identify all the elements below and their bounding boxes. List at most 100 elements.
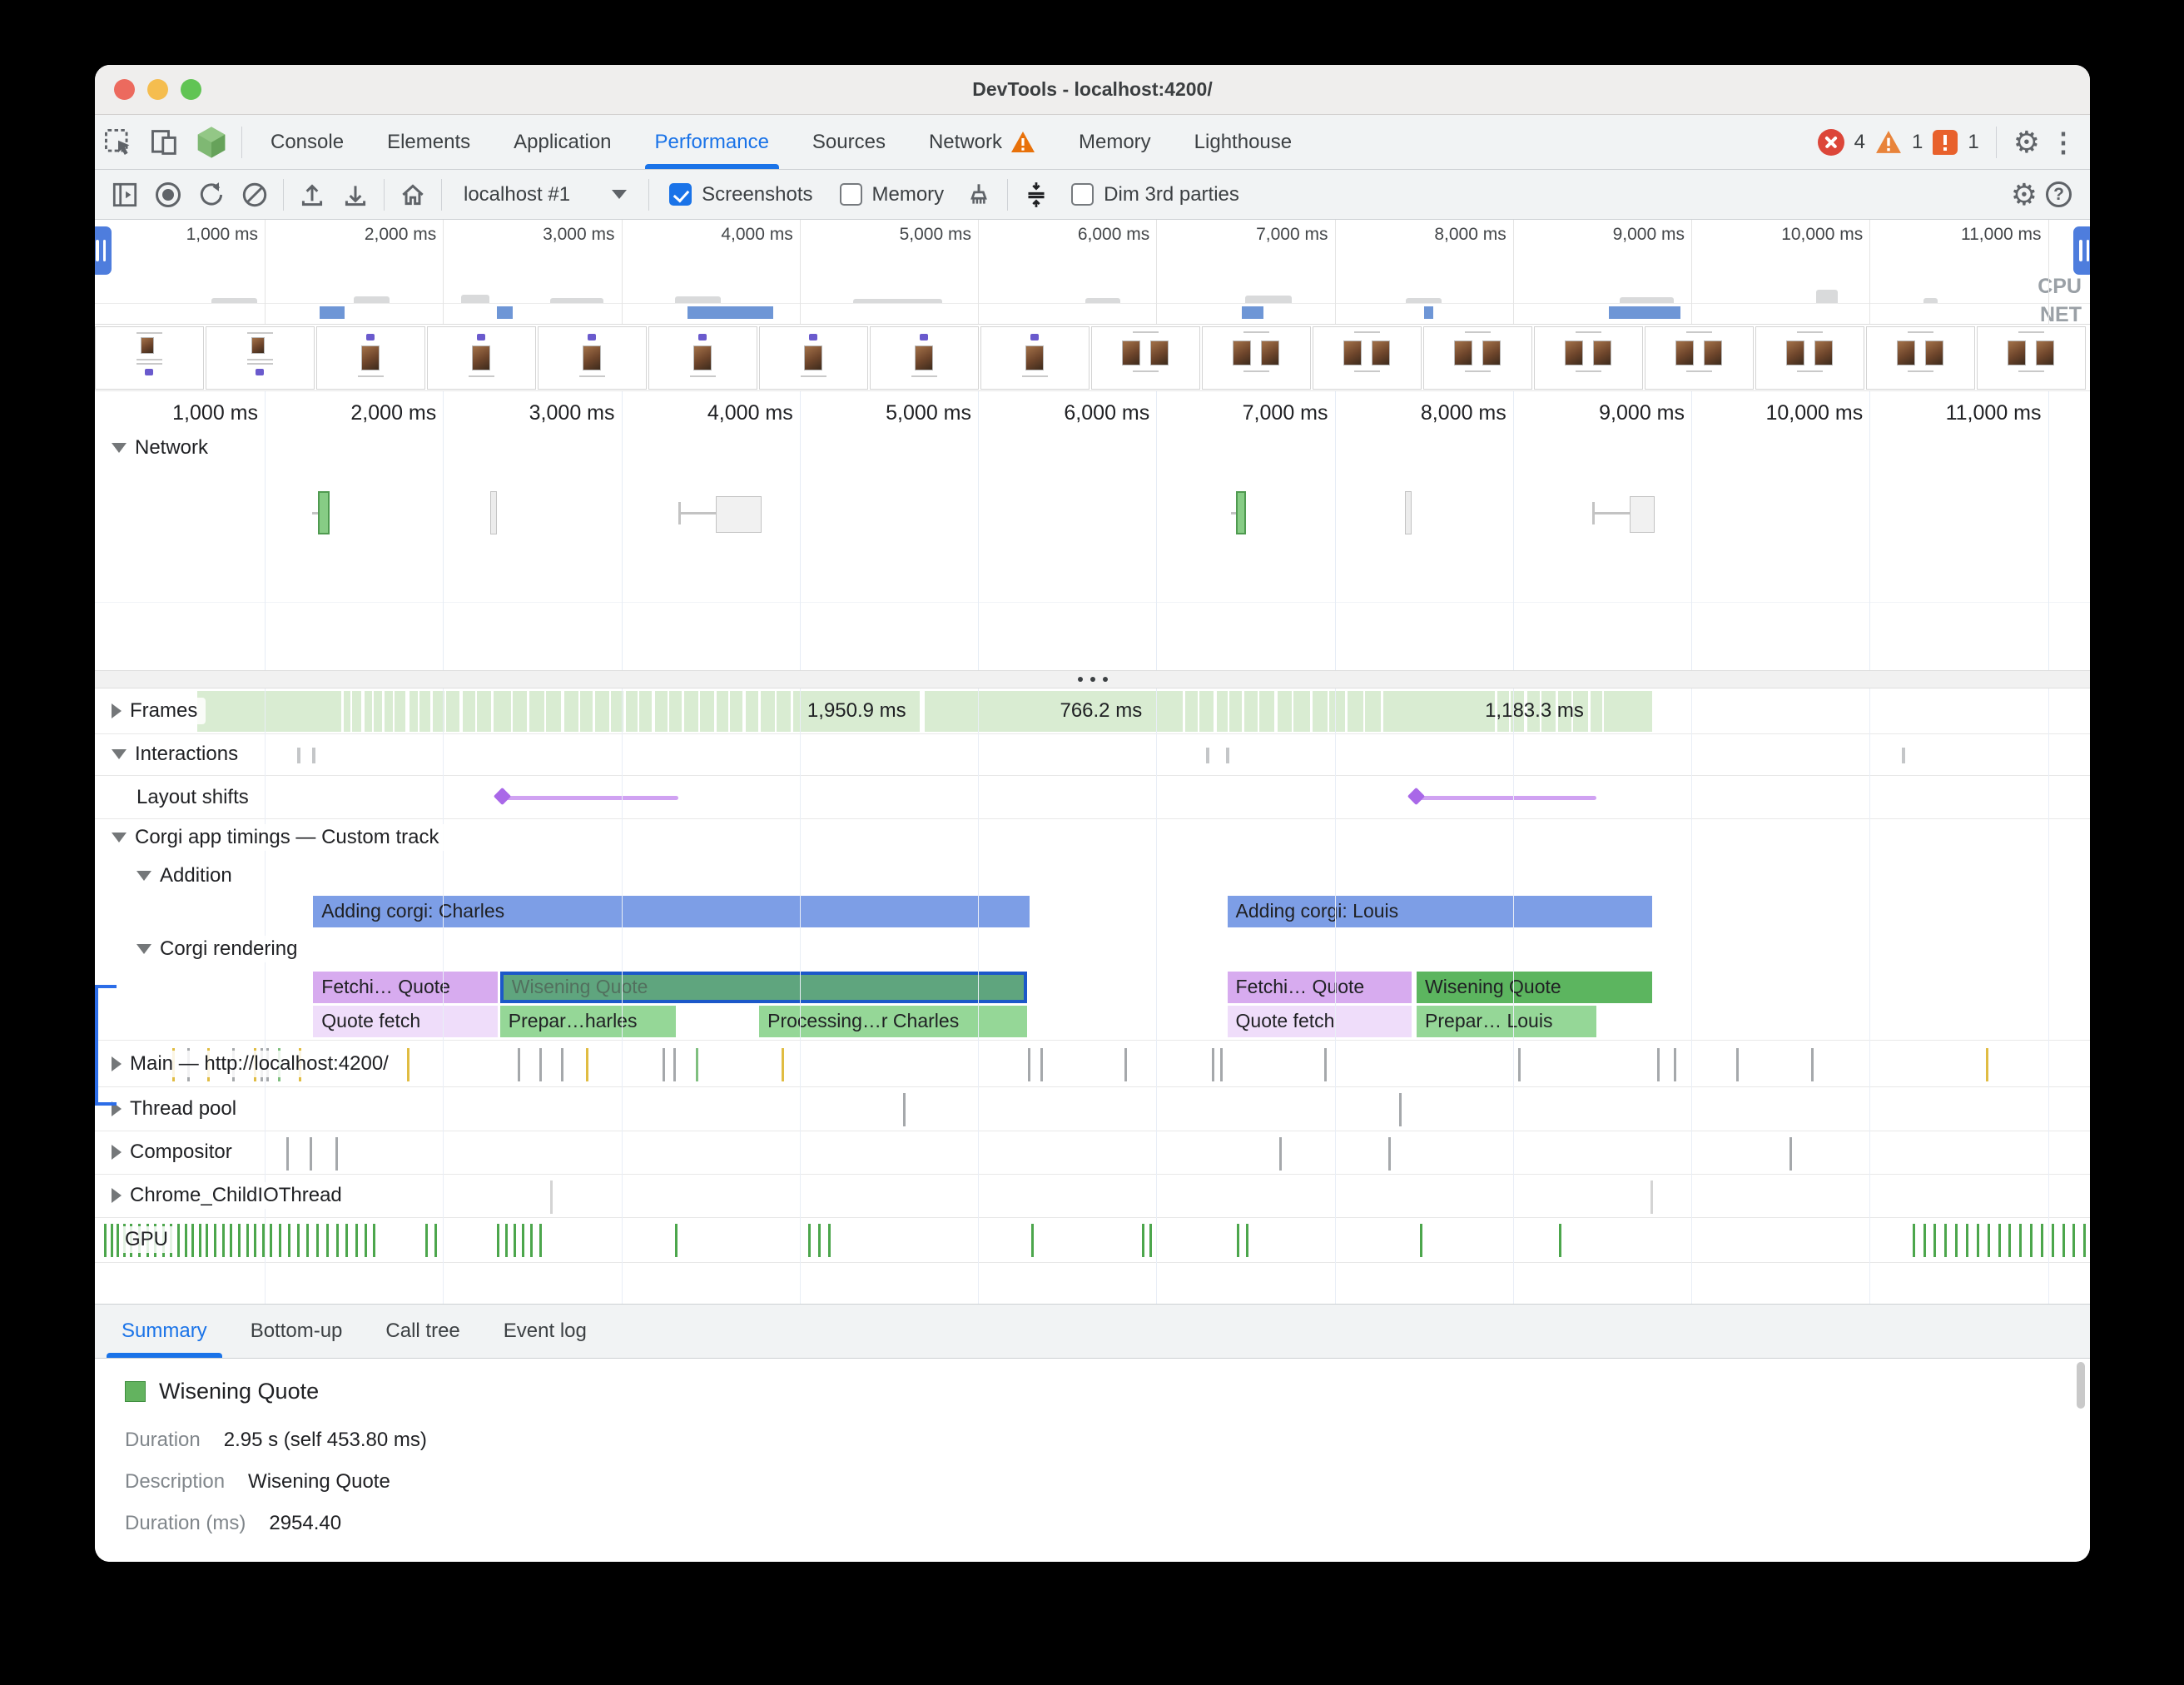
pane-resize-handle[interactable] bbox=[95, 670, 2090, 688]
frames-track[interactable]: Frames 1,950.9 ms766.2 ms1,183.3 ms bbox=[95, 688, 2090, 734]
frames-band[interactable] bbox=[197, 691, 1652, 732]
timing-bar[interactable]: Fetchi… Quote bbox=[1228, 972, 1412, 1003]
issues-badge-icon[interactable] bbox=[1933, 130, 1958, 155]
network-request[interactable] bbox=[490, 491, 497, 534]
window-titlebar[interactable]: DevTools - localhost:4200/ bbox=[95, 65, 2090, 115]
tab-console[interactable]: Console bbox=[249, 115, 365, 169]
help-icon[interactable]: ? bbox=[2046, 181, 2072, 207]
interaction-mark[interactable] bbox=[1226, 748, 1229, 763]
timing-bar[interactable]: Prepar…harles bbox=[500, 1006, 676, 1037]
node-js-icon[interactable] bbox=[188, 119, 235, 166]
warning-count[interactable]: 1 bbox=[1912, 131, 1923, 154]
network-request[interactable] bbox=[716, 496, 762, 533]
tab-performance[interactable]: Performance bbox=[633, 115, 791, 169]
clear-icon[interactable] bbox=[233, 173, 276, 216]
capture-settings-gear-icon[interactable]: ⚙ bbox=[2011, 177, 2038, 212]
dim-3rd-parties-checkbox[interactable] bbox=[1071, 183, 1094, 206]
timing-bar[interactable]: Quote fetch bbox=[1228, 1006, 1412, 1037]
network-track-header[interactable]: Network bbox=[107, 435, 216, 461]
network-request[interactable] bbox=[1630, 496, 1655, 533]
screenshot-thumbnail[interactable] bbox=[1534, 326, 1643, 390]
screenshot-thumbnail[interactable] bbox=[1423, 326, 1532, 390]
garbage-collect-icon[interactable] bbox=[957, 173, 1000, 216]
inspect-element-icon[interactable] bbox=[95, 119, 141, 166]
tab-network[interactable]: Network bbox=[907, 115, 1057, 169]
rendering-bars-row-1[interactable]: Fetchi… QuoteWisening QuoteFetchi… Quote… bbox=[95, 971, 2090, 1005]
network-request[interactable] bbox=[1405, 491, 1412, 534]
screenshot-thumbnail[interactable] bbox=[759, 326, 868, 390]
tab-lighthouse[interactable]: Lighthouse bbox=[1173, 115, 1313, 169]
issue-count[interactable]: 1 bbox=[1968, 131, 1978, 154]
tab-memory[interactable]: Memory bbox=[1057, 115, 1173, 169]
interactions-track[interactable]: Interactions bbox=[95, 734, 2090, 776]
layout-shift-diamond[interactable] bbox=[1407, 788, 1425, 805]
reload-and-record-icon[interactable] bbox=[190, 173, 233, 216]
home-icon[interactable] bbox=[391, 173, 434, 216]
tab-summary[interactable]: Summary bbox=[100, 1305, 229, 1358]
warning-badge-icon[interactable] bbox=[1875, 130, 1902, 154]
network-request[interactable] bbox=[1236, 491, 1247, 534]
tab-event-log[interactable]: Event log bbox=[482, 1305, 608, 1358]
vertical-scrollbar-thumb[interactable] bbox=[2077, 1362, 2085, 1409]
frames-track-header[interactable]: Frames bbox=[107, 698, 206, 724]
layout-shift-diamond[interactable] bbox=[494, 788, 511, 805]
screenshot-thumbnail[interactable] bbox=[1645, 326, 1754, 390]
range-handle-right[interactable] bbox=[2073, 226, 2090, 275]
screenshot-thumbnail[interactable] bbox=[648, 326, 757, 390]
tab-sources[interactable]: Sources bbox=[791, 115, 907, 169]
tracks-pane[interactable]: Frames 1,950.9 ms766.2 ms1,183.3 ms Inte… bbox=[95, 688, 2090, 1304]
screenshot-thumbnail[interactable] bbox=[1091, 326, 1200, 390]
compositor-track[interactable]: Compositor bbox=[95, 1131, 2090, 1175]
network-track-pane[interactable]: Network 1,000 ms2,000 ms3,000 ms4,000 ms… bbox=[95, 391, 2090, 670]
rendering-group-header[interactable]: Corgi rendering bbox=[132, 936, 305, 962]
timing-bar[interactable]: Wisening Quote bbox=[1417, 972, 1652, 1003]
screenshot-thumbnail[interactable] bbox=[95, 326, 204, 390]
screenshot-thumbnail[interactable] bbox=[538, 326, 647, 390]
interaction-mark[interactable] bbox=[1902, 748, 1905, 763]
screenshot-thumbnail[interactable] bbox=[316, 326, 425, 390]
tab-elements[interactable]: Elements bbox=[365, 115, 492, 169]
screenshot-thumbnail[interactable] bbox=[1977, 326, 2086, 390]
timeline-overview[interactable]: CPU NET 1,000 ms2,000 ms3,000 ms4,000 ms… bbox=[95, 220, 2090, 325]
screenshot-thumbnail[interactable] bbox=[206, 326, 315, 390]
screenshot-thumbnail[interactable] bbox=[1202, 326, 1311, 390]
record-button[interactable] bbox=[146, 173, 190, 216]
profile-select[interactable]: localhost #1 bbox=[449, 183, 642, 206]
gpu-track[interactable]: GPU bbox=[95, 1218, 2090, 1263]
timing-bar[interactable]: Adding corgi: Louis bbox=[1228, 896, 1653, 927]
compositor-header[interactable]: Compositor bbox=[107, 1139, 241, 1166]
interaction-mark[interactable] bbox=[312, 748, 315, 763]
layout-shifts-track-header[interactable]: Layout shifts bbox=[132, 784, 257, 811]
interaction-mark[interactable] bbox=[1206, 748, 1209, 763]
interaction-mark[interactable] bbox=[297, 748, 300, 763]
rendering-bars-row-2[interactable]: Quote fetchPrepar…harlesProcessing…r Cha… bbox=[95, 1005, 2090, 1039]
main-thread-header[interactable]: Main — http://localhost:4200/ bbox=[107, 1051, 397, 1077]
thread-pool-track[interactable]: Thread pool bbox=[95, 1087, 2090, 1131]
thread-pool-header[interactable]: Thread pool bbox=[107, 1096, 245, 1122]
range-handle-left[interactable] bbox=[95, 226, 112, 275]
tab-application[interactable]: Application bbox=[492, 115, 633, 169]
timing-bar[interactable]: Wisening Quote bbox=[500, 972, 1027, 1003]
error-count[interactable]: 4 bbox=[1854, 131, 1865, 154]
screenshots-checkbox-row[interactable]: Screenshots bbox=[656, 183, 826, 206]
layout-shifts-track[interactable]: Layout shifts bbox=[95, 776, 2090, 819]
kebab-menu-icon[interactable]: ⋮ bbox=[2050, 127, 2077, 158]
layout-shift-line[interactable] bbox=[502, 796, 678, 800]
childio-track[interactable]: Chrome_ChildIOThread bbox=[95, 1175, 2090, 1218]
addition-bars-row[interactable]: Adding corgi: CharlesAdding corgi: Louis bbox=[95, 892, 2090, 932]
toggle-sidebar-icon[interactable] bbox=[103, 173, 146, 216]
save-profile-icon[interactable] bbox=[334, 173, 377, 216]
screenshot-thumbnail[interactable] bbox=[1313, 326, 1422, 390]
settings-gear-icon[interactable]: ⚙ bbox=[2013, 125, 2040, 160]
network-request[interactable] bbox=[318, 491, 330, 534]
custom-track-block[interactable]: Corgi app timings — Custom track Additio… bbox=[95, 819, 2090, 1041]
dim-3rd-parties-checkbox-row[interactable]: Dim 3rd parties bbox=[1058, 183, 1253, 206]
main-thread-track[interactable]: Main — http://localhost:4200/ bbox=[95, 1042, 2090, 1087]
screenshots-checkbox[interactable] bbox=[669, 183, 692, 206]
timing-bar[interactable]: Quote fetch bbox=[313, 1006, 497, 1037]
load-profile-icon[interactable] bbox=[290, 173, 334, 216]
tab-bottom-up[interactable]: Bottom-up bbox=[229, 1305, 365, 1358]
device-toolbar-icon[interactable] bbox=[141, 119, 188, 166]
timing-bar[interactable]: Fetchi… Quote bbox=[313, 972, 497, 1003]
tab-call-tree[interactable]: Call tree bbox=[364, 1305, 481, 1358]
